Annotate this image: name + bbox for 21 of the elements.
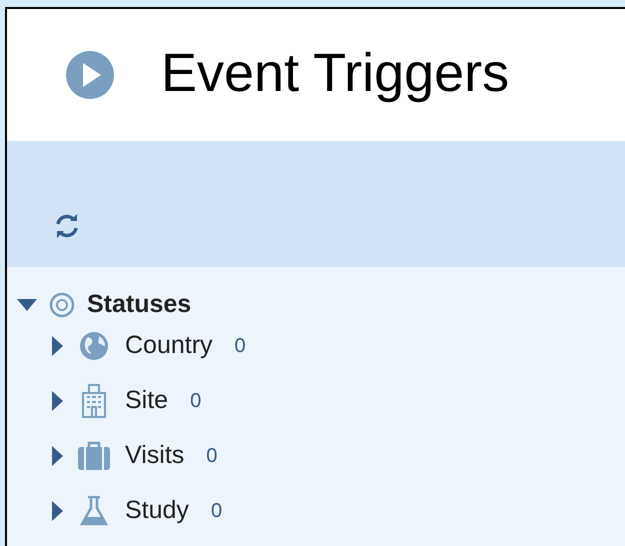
- tree-item-label[interactable]: Study: [125, 492, 189, 530]
- flask-icon: [80, 496, 108, 526]
- item-count: 0: [210, 498, 222, 524]
- caret-right-icon[interactable]: [52, 446, 63, 466]
- suitcase-icon: [77, 440, 111, 470]
- building-icon: [81, 384, 107, 418]
- caret-right-icon[interactable]: [52, 390, 63, 410]
- item-count: 0: [206, 444, 218, 468]
- caret-right-icon[interactable]: [52, 500, 63, 520]
- item-count: 0: [234, 334, 246, 358]
- caret-down-icon[interactable]: [17, 298, 37, 310]
- globe-icon: [79, 330, 109, 360]
- caret-right-icon[interactable]: [52, 336, 63, 356]
- refresh-icon[interactable]: [54, 213, 80, 239]
- tree-item-label[interactable]: Visits: [125, 436, 184, 474]
- play-icon: [65, 50, 115, 100]
- page-title: Event Triggers: [161, 46, 510, 104]
- item-count: 0: [190, 388, 202, 414]
- tree-item-label[interactable]: Country: [125, 326, 213, 364]
- tree-item-label[interactable]: Statuses: [87, 286, 192, 324]
- tree-item-label[interactable]: Site: [125, 382, 168, 420]
